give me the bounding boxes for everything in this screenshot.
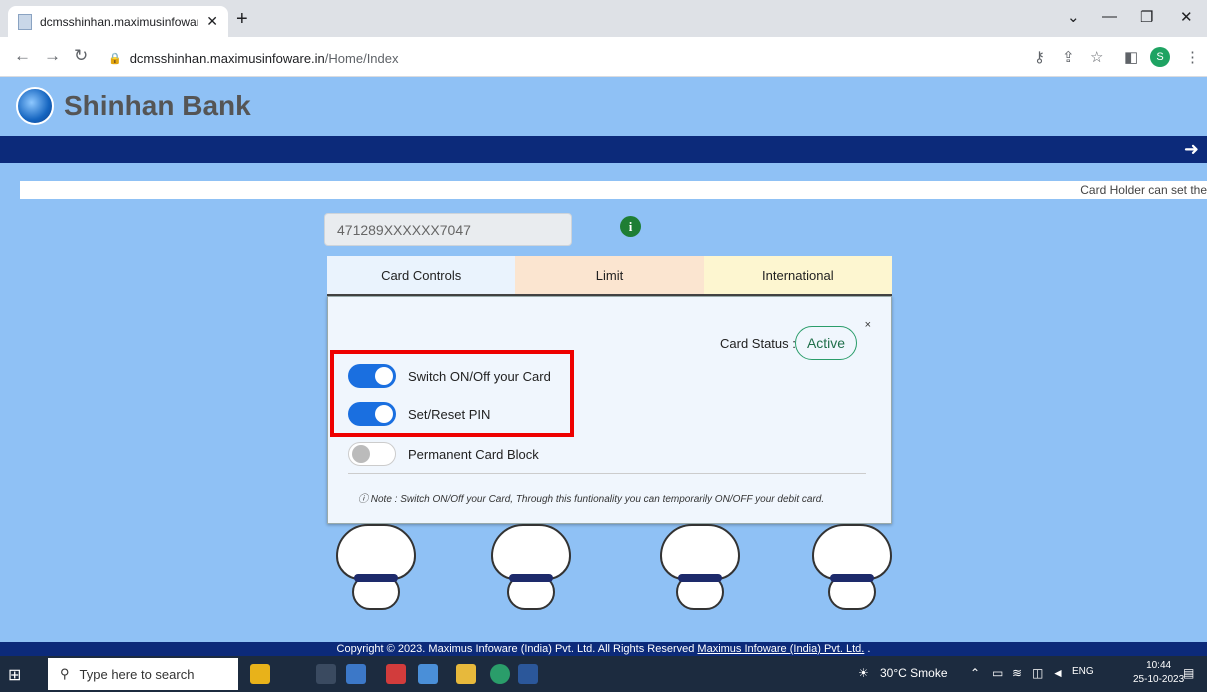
cartoon-character: [656, 524, 744, 612]
tab-international[interactable]: International: [703, 256, 892, 294]
browser-tab[interactable]: dcmsshinhan.maximusinfoware.in/ ✕: [8, 6, 228, 37]
clock-date: 25-10-2023: [1133, 674, 1185, 685]
bookmark-star-icon[interactable]: ☆: [1090, 48, 1103, 66]
notification-icon[interactable]: ▤: [1183, 666, 1194, 680]
copyright-link[interactable]: Maximus Infoware (India) Pvt. Ltd.: [697, 643, 864, 655]
toggle-row-permanent-block: Permanent Card Block: [348, 442, 539, 466]
address-bar: ← → ↻ 🔒 dcmsshinhan.maximusinfoware.in/H…: [0, 37, 1207, 77]
footer-tail: .: [864, 643, 871, 655]
page-favicon-icon: [18, 13, 32, 30]
share-icon[interactable]: ⇪: [1062, 48, 1075, 66]
bank-name: Shinhan Bank: [64, 90, 251, 121]
close-panel-button[interactable]: ×: [865, 319, 871, 331]
permanent-block-label: Permanent Card Block: [408, 446, 539, 462]
logout-icon[interactable]: ➜: [1184, 139, 1199, 160]
people-app-icon[interactable]: [418, 664, 438, 684]
taskbar-clock[interactable]: 10:44 25-10-2023: [1133, 659, 1184, 687]
file-explorer-icon[interactable]: [456, 664, 476, 684]
menu-kebab-icon[interactable]: ⋮: [1185, 48, 1200, 66]
word-icon[interactable]: [518, 664, 538, 684]
security-app-icon[interactable]: [386, 664, 406, 684]
url-host: dcmsshinhan.maximusinfoware.in: [129, 50, 325, 66]
battery-icon[interactable]: ▭: [992, 666, 1003, 680]
card-number-field[interactable]: 471289XXXXXX7047: [324, 213, 572, 246]
nav-band: ➜: [0, 136, 1207, 163]
cortana-news-icon[interactable]: [250, 664, 270, 684]
clock-time: 10:44: [1146, 660, 1172, 671]
cartoon-character: [808, 524, 896, 612]
permanent-block-toggle[interactable]: [348, 442, 396, 466]
search-icon: ⚲: [60, 666, 70, 681]
back-icon[interactable]: ←: [14, 46, 31, 66]
copyright-text: Copyright © 2023. Maximus Infoware (Indi…: [336, 643, 695, 655]
page-footer: Copyright © 2023. Maximus Infoware (Indi…: [0, 642, 1207, 656]
side-panel-icon[interactable]: ◧: [1124, 48, 1138, 66]
tray-chevron-icon[interactable]: ⌃: [970, 666, 980, 680]
minimize-icon[interactable]: —: [1102, 8, 1117, 25]
profile-avatar[interactable]: S: [1150, 47, 1170, 67]
url-path: /Home/Index: [324, 50, 399, 66]
task-view-icon[interactable]: [316, 664, 336, 684]
key-icon[interactable]: ⚷: [1034, 48, 1045, 66]
info-icon[interactable]: i: [620, 216, 641, 237]
panel-divider: [348, 473, 866, 474]
lock-icon[interactable]: 🔒: [108, 52, 122, 65]
weather-text[interactable]: 30°C Smoke: [880, 666, 948, 680]
cartoon-character: [487, 524, 575, 612]
bank-header: Shinhan Bank: [0, 77, 1207, 135]
note-text: ⓘ Note : Switch ON/Off your Card, Throug…: [358, 494, 825, 505]
tab-title: dcmsshinhan.maximusinfoware.in/: [40, 14, 198, 29]
taskbar-search[interactable]: ⚲ Type here to search: [48, 658, 238, 690]
wifi-icon[interactable]: ≋: [1012, 666, 1022, 680]
marquee-banner: Card Holder can set the: [20, 181, 1207, 199]
tab-search-icon[interactable]: ⌄: [1067, 8, 1080, 26]
windows-start-icon[interactable]: ⊞: [8, 665, 21, 685]
card-status-badge: Active: [795, 326, 857, 360]
weather-icon[interactable]: ☀: [858, 666, 869, 680]
windows-taskbar: ⊞ ⚲ Type here to search ☀ 30°C Smoke ⌃ ▭…: [0, 656, 1207, 692]
url-field[interactable]: 🔒 dcmsshinhan.maximusinfoware.in/Home/In…: [108, 44, 1008, 72]
forward-icon[interactable]: →: [44, 46, 61, 66]
close-tab-icon[interactable]: ✕: [206, 13, 218, 30]
card-tabs: Card Controls Limit International: [327, 256, 892, 296]
cartoon-character: [332, 524, 420, 612]
close-window-icon[interactable]: ✕: [1180, 8, 1193, 26]
notepad-icon[interactable]: [346, 664, 366, 684]
volume-icon[interactable]: ◄: [1052, 666, 1064, 680]
new-tab-button[interactable]: +: [236, 8, 248, 31]
tab-card-controls[interactable]: Card Controls: [327, 256, 516, 294]
marquee-text: Card Holder can set the: [1080, 183, 1207, 197]
browser-tabbar: dcmsshinhan.maximusinfoware.in/ ✕ + ⌄ — …: [0, 0, 1207, 37]
highlight-box: [330, 350, 574, 437]
card-status-label: Card Status :: [720, 336, 796, 351]
tab-limit[interactable]: Limit: [515, 256, 704, 294]
restore-icon[interactable]: ❐: [1140, 8, 1153, 26]
network-icon[interactable]: ◫: [1032, 666, 1043, 680]
search-placeholder: Type here to search: [79, 666, 195, 682]
chrome-icon[interactable]: [490, 664, 510, 684]
reload-icon[interactable]: ↻: [74, 46, 88, 66]
shinhan-logo-icon: [16, 87, 54, 125]
language-indicator[interactable]: ENG: [1072, 666, 1094, 677]
